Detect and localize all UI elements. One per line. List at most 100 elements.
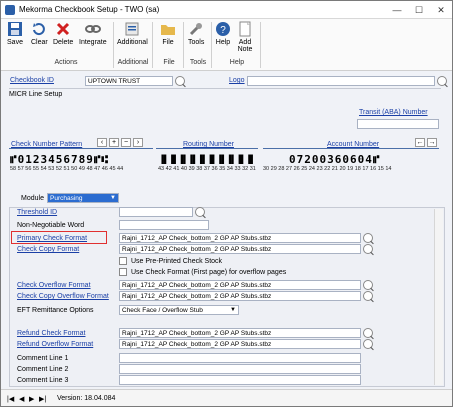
refund-check-format-link[interactable]: Refund Check Format — [17, 330, 85, 337]
comment-line-2-label: Comment Line 2 — [17, 366, 69, 373]
chevron-down-icon: ▼ — [110, 195, 116, 201]
non-negotiable-label: Non-Negotiable Word — [17, 222, 85, 229]
eft-remittance-label: EFT Remittance Options — [17, 307, 94, 314]
checkbook-setup-window: Mekorma Checkbook Setup - TWO (sa) — ☐ ✕… — [0, 0, 453, 407]
account-number-link[interactable]: Account Number — [327, 141, 379, 148]
check-copy-format-link[interactable]: Check Copy Format — [17, 246, 79, 253]
micr-right-arrow-button[interactable]: › — [133, 138, 143, 147]
file-group-label: File — [163, 59, 175, 66]
link-icon — [84, 25, 101, 33]
help-group-label: Help — [229, 59, 245, 66]
threshold-id-link[interactable]: Threshold ID — [17, 209, 57, 216]
check-overflow-format-field[interactable]: Rajni_1712_AP Check_bottom_2 GP AP Stubs… — [119, 280, 361, 290]
additional-button[interactable]: Additional — [117, 21, 148, 46]
transit-number-link[interactable]: Transit (ABA) Number — [359, 109, 428, 116]
refund-overflow-format-link[interactable]: Refund Overflow Format — [17, 341, 93, 348]
file-button[interactable]: File — [160, 21, 176, 46]
micr-plus-button[interactable]: + — [109, 138, 119, 147]
logo-link[interactable]: Logo — [229, 77, 245, 84]
ribbon-divider — [113, 22, 114, 68]
ribbon-divider — [211, 22, 212, 68]
help-button[interactable]: ? Help — [215, 21, 231, 46]
check-number-rule — [9, 148, 153, 149]
check-overflow-lookup-icon[interactable] — [363, 280, 373, 290]
comment-line-1-label: Comment Line 1 — [17, 355, 69, 362]
routing-number-link[interactable]: Routing Number — [183, 141, 234, 148]
use-check-format-label: Use Check Format (First page) for overfl… — [131, 269, 287, 276]
help-icon: ? — [216, 22, 230, 36]
comment-line-1-field[interactable] — [119, 353, 361, 363]
non-negotiable-field[interactable] — [119, 220, 209, 230]
transit-number-field[interactable] — [357, 119, 439, 129]
delete-button[interactable]: Delete — [53, 21, 73, 46]
eft-remittance-dropdown[interactable]: Check Face / Overflow Stub ▼ — [119, 305, 239, 315]
save-button[interactable]: Save — [7, 21, 23, 46]
actions-group-label: Actions — [54, 59, 78, 66]
micr-routing-characters: ▐▌▐▌▐▌▐▌▐▌▐▌▐▌▐▌▐▌▐▌ — [159, 155, 256, 164]
micr-line-setup-label: MICR Line Setup — [9, 91, 63, 98]
refund-overflow-lookup-icon[interactable] — [363, 339, 373, 349]
check-copy-lookup-icon[interactable] — [363, 244, 373, 254]
micr-account-left-button[interactable]: ← — [415, 138, 425, 147]
ribbon-divider — [152, 22, 153, 68]
checkbook-id-link[interactable]: Checkbook ID — [10, 77, 54, 84]
module-label: Module — [21, 195, 44, 202]
micr-account-right-button[interactable]: → — [427, 138, 437, 147]
checkbook-id-field[interactable]: UPTOWN TRUST — [85, 76, 173, 86]
refund-check-lookup-icon[interactable] — [363, 328, 373, 338]
vertical-scrollbar[interactable] — [434, 209, 443, 385]
first-record-button[interactable]: |◀ — [7, 395, 14, 403]
separator-line — [9, 88, 441, 89]
account-number-rule — [263, 148, 439, 149]
micr-account-characters: 07200360604⑈ — [289, 153, 381, 166]
highlight-box — [11, 231, 107, 244]
ribbon-divider — [260, 22, 261, 68]
check-number-pattern-link[interactable]: Check Number Pattern — [11, 141, 82, 148]
check-copy-overflow-lookup-icon[interactable] — [363, 291, 373, 301]
checkbook-lookup-icon[interactable] — [175, 76, 185, 86]
preprinted-checkbox[interactable] — [119, 257, 127, 265]
micr-left-arrow-button[interactable]: ‹ — [97, 138, 107, 147]
add-note-button[interactable]: Add Note — [235, 21, 255, 53]
primary-check-lookup-icon[interactable] — [363, 233, 373, 243]
previous-record-button[interactable]: ◀ — [19, 395, 24, 403]
last-record-button[interactable]: ▶| — [39, 395, 46, 403]
comment-line-2-field[interactable] — [119, 364, 361, 374]
maximize-button[interactable]: ☐ — [408, 1, 430, 19]
ribbon: Save Clear Delete Integrate Actions Addi… — [1, 19, 452, 71]
logo-lookup-icon[interactable] — [437, 76, 447, 86]
micr-check-positions: 58 57 56 55 54 53 52 51 50 49 48 47 46 4… — [10, 166, 124, 172]
clear-button[interactable]: Clear — [31, 21, 48, 46]
note-icon — [239, 21, 251, 37]
close-button[interactable]: ✕ — [430, 1, 452, 19]
refund-check-format-field[interactable]: Rajni_1712_AP Check_bottom_2 GP AP Stubs… — [119, 328, 361, 338]
module-dropdown[interactable]: Purchasing ▼ — [47, 193, 119, 203]
micr-routing-positions: 43 42 41 40 39 38 37 36 35 34 33 32 31 — [158, 166, 256, 172]
refund-overflow-format-field[interactable]: Rajni_1712_AP Check_bottom_2 GP AP Stubs… — [119, 339, 361, 349]
primary-check-format-field[interactable]: Rajni_1712_AP Check_bottom_2 GP AP Stubs… — [119, 233, 361, 243]
logo-field[interactable] — [247, 76, 435, 86]
clear-icon — [33, 23, 46, 36]
integrate-button[interactable]: Integrate — [79, 21, 107, 46]
check-copy-overflow-format-link[interactable]: Check Copy Overflow Format — [17, 293, 109, 300]
check-overflow-format-link[interactable]: Check Overflow Format — [17, 282, 91, 289]
tools-icon — [190, 23, 203, 36]
window-title: Mekorma Checkbook Setup - TWO (sa) — [19, 5, 160, 14]
minimize-button[interactable]: — — [386, 1, 408, 19]
tools-button[interactable]: Tools — [188, 21, 204, 46]
delete-icon — [57, 22, 70, 36]
threshold-lookup-icon[interactable] — [195, 207, 205, 217]
ribbon-divider — [183, 22, 184, 68]
svg-text:?: ? — [220, 25, 226, 36]
save-icon — [8, 22, 22, 36]
check-copy-format-field[interactable]: Rajni_1712_AP Check_bottom_2 GP AP Stubs… — [119, 244, 361, 254]
routing-number-rule — [156, 148, 258, 149]
micr-minus-button[interactable]: − — [121, 138, 131, 147]
use-check-format-checkbox[interactable] — [119, 268, 127, 276]
threshold-id-field[interactable] — [119, 207, 193, 217]
next-record-button[interactable]: ▶ — [29, 395, 34, 403]
check-copy-overflow-format-field[interactable]: Rajni_1712_AP Check_bottom_2 GP AP Stubs… — [119, 291, 361, 301]
tools-group-label: Tools — [189, 59, 207, 66]
comment-line-3-field[interactable] — [119, 375, 361, 385]
micr-check-characters: ⑈0123456789⑈⑆ — [10, 153, 110, 166]
